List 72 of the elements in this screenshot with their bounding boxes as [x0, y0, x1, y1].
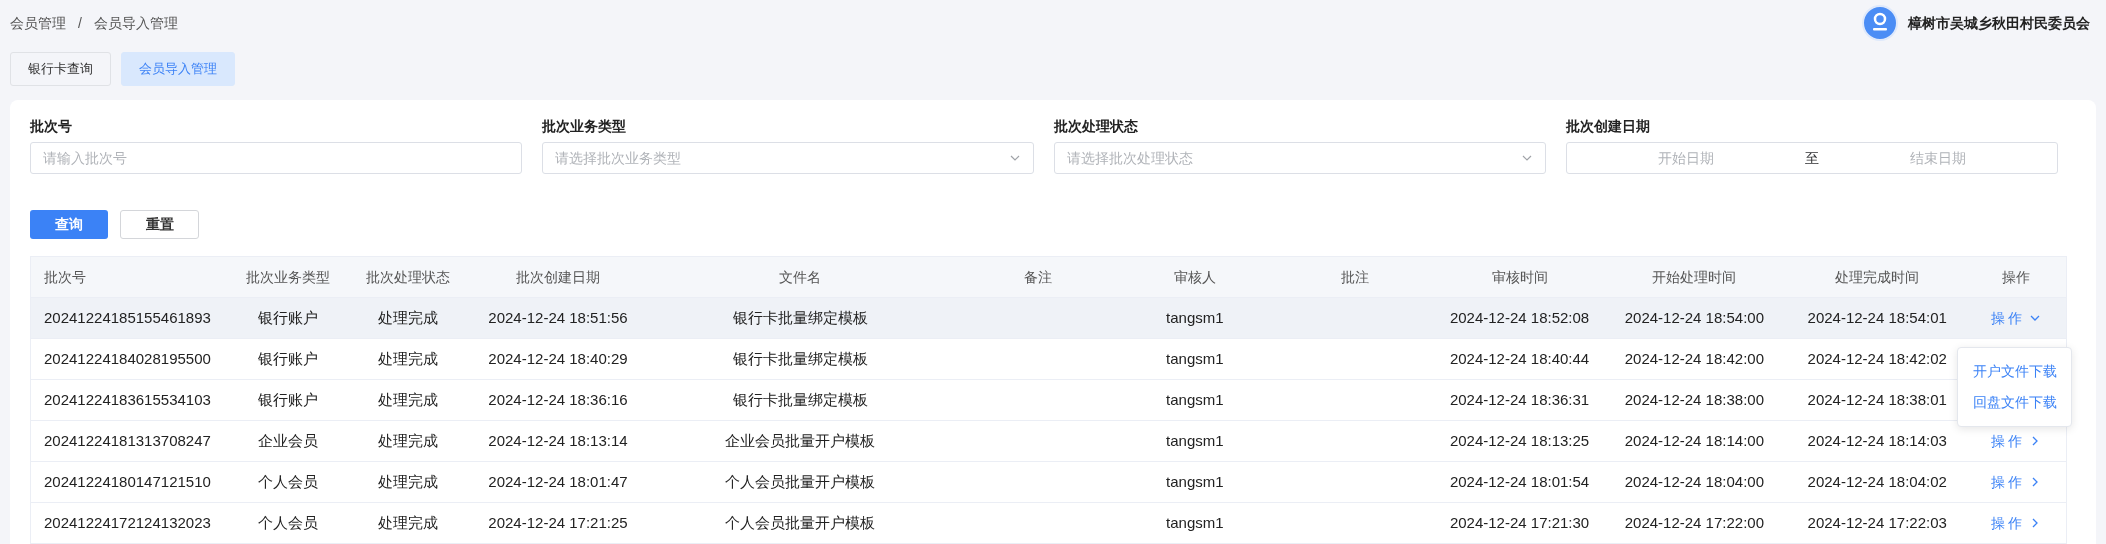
table-cell-text: 银行卡批量绑定模板: [732, 307, 868, 328]
field-label: 批次创建日期: [1566, 117, 1651, 135]
table-cell-text: 银行卡批量绑定模板: [732, 389, 868, 410]
column-header: 文件名: [779, 267, 822, 287]
table-cell-text: 企业会员: [258, 430, 319, 451]
table-cell-text: 企业会员批量开户模板: [725, 430, 876, 451]
table-cell-text: 2024-12-24 17:21:30: [1449, 512, 1590, 533]
table-cell-text: 银行账户: [258, 307, 319, 328]
table-cell-text: 2024-12-24 18:14:03: [1807, 430, 1947, 451]
table-cell-text: 2024-12-24 18:13:14: [488, 430, 628, 451]
table-cell-text: 2024-12-24 18:42:02: [1807, 348, 1947, 369]
column-header: 批次创建日期: [516, 267, 600, 287]
table-cell-text: 20241224181313708247: [44, 430, 211, 451]
table-cell-text: 2024-12-24 18:04:02: [1807, 471, 1947, 492]
table-cell-text: tangsm1: [1166, 430, 1224, 451]
column-header: 处理完成时间: [1835, 267, 1920, 287]
table-cell-text: 2024-12-24 17:22:00: [1624, 512, 1764, 533]
column-header: 备注: [1023, 267, 1052, 287]
column-header: 审核时间: [1491, 267, 1548, 287]
table-cell-text: 20241224185155461893: [44, 307, 211, 328]
table-cell-text: 2024-12-24 18:54:00: [1624, 307, 1764, 328]
table-cell-text: 2024-12-24 18:38:01: [1807, 389, 1947, 410]
column-header: 开始处理时间: [1652, 267, 1737, 287]
table-cell-text: 2024-12-24 18:40:44: [1449, 348, 1590, 369]
table-cell-text: 银行账户: [258, 348, 319, 369]
table-cell-text: tangsm1: [1166, 512, 1224, 533]
field-label: 批次业务类型: [542, 117, 627, 135]
table-cell-text: 处理完成: [378, 471, 439, 492]
table-cell-text: 银行账户: [258, 389, 319, 410]
table-cell-text: 2024-12-24 18:36:31: [1449, 389, 1590, 410]
table-cell-text: 2024-12-24 18:52:08: [1449, 307, 1590, 328]
table-cell-text: 2024-12-24 18:54:01: [1807, 307, 1947, 328]
table-cell-text: 处理完成: [378, 512, 439, 533]
table-cell-text: 处理完成: [378, 389, 439, 410]
table-cell-text: 2024-12-24 18:04:00: [1624, 471, 1764, 492]
organization-name: 樟树市吴城乡秋田村民委员会: [1908, 13, 2090, 33]
table-cell-text: 2024-12-24 17:21:25: [488, 512, 628, 533]
table-cell-text: 2024-12-24 18:13:25: [1449, 430, 1590, 451]
column-header: 批次处理状态: [366, 267, 451, 287]
table-cell-text: 处理完成: [378, 307, 439, 328]
table-cell-text: 20241224172124132023: [44, 512, 211, 533]
table-cell-text: 2024-12-24 18:01:47: [488, 471, 628, 492]
table-cell-text: 2024-12-24 18:38:00: [1624, 389, 1764, 410]
column-header: 批注: [1340, 267, 1369, 287]
table-cell-text: 个人会员: [258, 512, 319, 533]
table-cell-text: tangsm1: [1166, 348, 1224, 369]
table-cell-text: tangsm1: [1166, 471, 1224, 492]
column-header: 批次号: [44, 267, 86, 287]
table-cell-text: tangsm1: [1166, 307, 1224, 328]
column-header: 批次业务类型: [246, 267, 331, 287]
table-cell-text: 个人会员: [258, 471, 319, 492]
table-cell-text: 20241224180147121510: [44, 471, 211, 492]
column-header: 操作: [2001, 267, 2030, 287]
table-cell-text: 2024-12-24 17:22:03: [1807, 512, 1947, 533]
table-cell-text: 2024-12-24 18:40:29: [488, 348, 628, 369]
table-cell-text: 个人会员批量开户模板: [725, 471, 876, 492]
column-header: 审核人: [1173, 267, 1216, 287]
table-cell-text: 2024-12-24 18:01:54: [1449, 471, 1590, 492]
table-cell-text: 2024-12-24 18:36:16: [488, 389, 628, 410]
table-cell-text: 2024-12-24 18:14:00: [1624, 430, 1764, 451]
table-cell-text: 个人会员批量开户模板: [725, 512, 876, 533]
table-cell-text: 处理完成: [378, 430, 439, 451]
field-label: 批次号: [30, 117, 73, 135]
table-cell-text: tangsm1: [1166, 389, 1224, 410]
table-cell-text: 2024-12-24 18:42:00: [1624, 348, 1764, 369]
table-cell-text: 银行卡批量绑定模板: [732, 348, 868, 369]
table-cell-text: 20241224183615534103: [44, 389, 211, 410]
breadcrumb-separator: /: [78, 13, 82, 33]
table-cell-text: 20241224184028195500: [44, 348, 211, 369]
table-cell-text: 处理完成: [378, 348, 439, 369]
field-label: 批次处理状态: [1054, 117, 1139, 135]
table-cell-text: 2024-12-24 18:51:56: [488, 307, 628, 328]
